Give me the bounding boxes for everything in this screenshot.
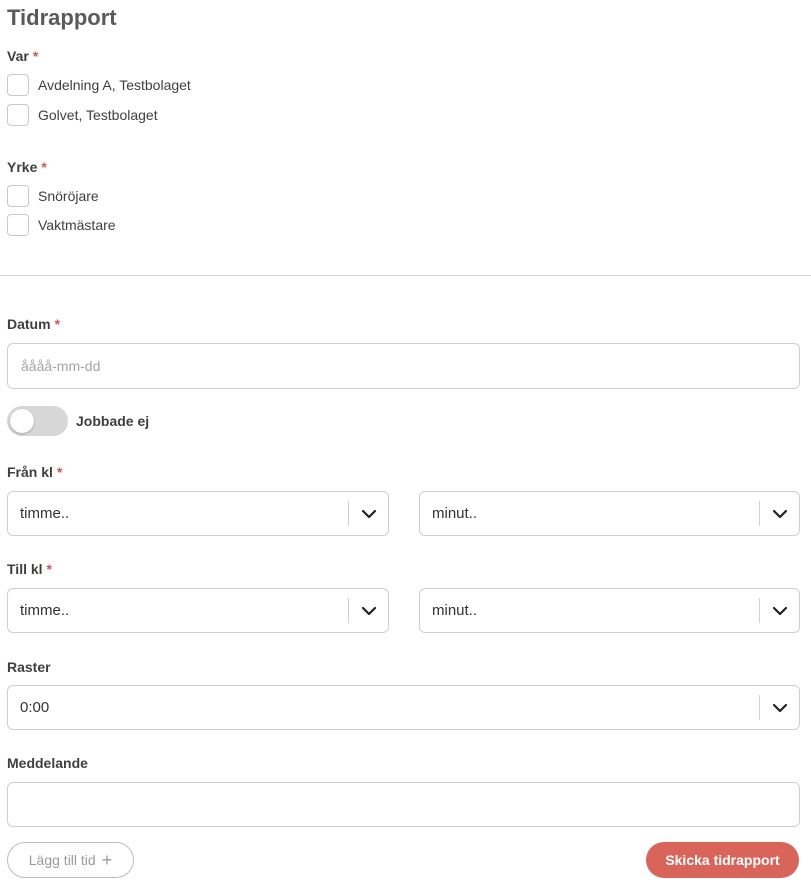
section-divider xyxy=(0,275,811,276)
yrke-label: Yrke * xyxy=(7,159,47,175)
chevron-down-icon[interactable] xyxy=(772,700,788,716)
jobbade-ej-label: Jobbade ej xyxy=(76,413,150,429)
till-kl-label: Till kl * xyxy=(7,561,52,577)
checkbox-label: Vaktmästare xyxy=(38,217,116,233)
chevron-down-icon[interactable] xyxy=(361,506,377,522)
plus-icon: + xyxy=(101,850,113,870)
jobbade-ej-row[interactable]: Jobbade ej xyxy=(7,406,149,436)
select-separator xyxy=(759,598,760,623)
fran-kl-hour-select[interactable]: timme.. xyxy=(7,491,389,536)
toggle-knob xyxy=(10,409,34,433)
checkbox[interactable] xyxy=(7,74,29,96)
checkbox[interactable] xyxy=(7,185,29,207)
select-separator xyxy=(759,695,760,720)
select-value: minut.. xyxy=(432,602,478,619)
page-title: Tidrapport xyxy=(7,5,117,30)
var-option-avdelning-a[interactable]: Avdelning A, Testbolaget xyxy=(7,74,191,96)
select-value: minut.. xyxy=(432,505,478,522)
till-kl-minute-select[interactable]: minut.. xyxy=(419,588,800,633)
jobbade-ej-toggle[interactable] xyxy=(7,406,68,436)
chevron-down-icon[interactable] xyxy=(361,603,377,619)
submit-button[interactable]: Skicka tidrapport xyxy=(646,842,799,878)
add-time-label: Lägg till tid xyxy=(28,852,96,868)
meddelande-label: Meddelande xyxy=(7,755,88,771)
required-marker: * xyxy=(56,464,63,480)
raster-select[interactable]: 0:00 xyxy=(7,685,800,730)
add-time-button[interactable]: Lägg till tid + xyxy=(7,842,134,878)
select-value: 0:00 xyxy=(20,699,50,716)
required-marker: * xyxy=(46,561,52,577)
var-label: Var * xyxy=(7,48,39,64)
select-value: timme.. xyxy=(20,602,70,619)
till-kl-hour-select[interactable]: timme.. xyxy=(7,588,389,633)
checkbox-label: Avdelning A, Testbolaget xyxy=(38,77,191,93)
fran-kl-minute-select[interactable]: minut.. xyxy=(419,491,800,536)
yrke-option-snorojare[interactable]: Snöröjare xyxy=(7,185,99,207)
datum-label: Datum * xyxy=(7,316,61,332)
select-separator xyxy=(348,501,349,526)
var-option-golvet[interactable]: Golvet, Testbolaget xyxy=(7,104,158,126)
required-marker: * xyxy=(54,316,61,332)
chevron-down-icon[interactable] xyxy=(772,603,788,619)
select-value: timme.. xyxy=(20,505,70,522)
yrke-option-vaktmastare[interactable]: Vaktmästare xyxy=(7,214,116,236)
fran-kl-label: Från kl * xyxy=(7,464,63,480)
required-marker: * xyxy=(32,48,39,64)
chevron-down-icon[interactable] xyxy=(772,506,788,522)
checkbox[interactable] xyxy=(7,214,29,236)
required-marker: * xyxy=(41,159,47,175)
select-separator xyxy=(759,501,760,526)
select-separator xyxy=(348,598,349,623)
meddelande-input[interactable] xyxy=(7,782,800,827)
datum-input[interactable] xyxy=(7,343,800,389)
raster-label: Raster xyxy=(7,659,51,675)
checkbox[interactable] xyxy=(7,104,29,126)
checkbox-label: Snöröjare xyxy=(38,188,99,204)
checkbox-label: Golvet, Testbolaget xyxy=(38,107,158,123)
